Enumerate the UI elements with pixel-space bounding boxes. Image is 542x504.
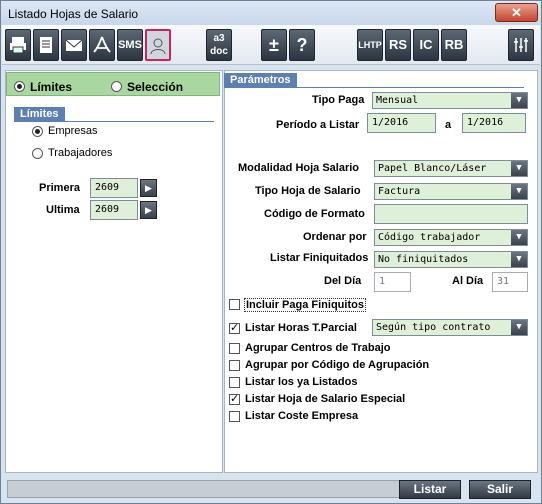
modalidad-select[interactable]: Papel Blanco/Láser ▼: [374, 160, 528, 177]
incluir-paga-finiquitos-checkbox[interactable]: [229, 299, 240, 310]
help-button[interactable]: ?: [289, 29, 315, 61]
codigo-formato-field[interactable]: [374, 204, 528, 224]
listar-horas-checkbox[interactable]: ✓: [229, 323, 240, 334]
limites-radio-label: Límites: [30, 80, 73, 94]
incluir-paga-finiquitos-label: Incluir Paga Finiquitos: [244, 298, 366, 312]
listar-button[interactable]: Listar: [399, 480, 461, 499]
lhtp-button[interactable]: LHTP: [357, 29, 383, 61]
pdf-icon[interactable]: [89, 29, 115, 61]
salir-button[interactable]: Salir: [469, 480, 531, 499]
del-dia-field[interactable]: 1: [374, 272, 411, 292]
agrupar-centros-label: Agrupar Centros de Trabajo: [245, 342, 391, 354]
hoja-especial-checkbox[interactable]: ✓: [229, 394, 240, 405]
limites-radio[interactable]: [14, 81, 25, 92]
title-bar: Listado Hojas de Salario ✕: [1, 1, 541, 25]
users-icon[interactable]: [145, 29, 171, 61]
tipo-hoja-label: Tipo Hoja de Salario: [255, 185, 361, 197]
ordenar-label: Ordenar por: [303, 231, 367, 243]
tipo-hoja-select[interactable]: Factura ▼: [374, 183, 528, 200]
tipo-paga-value: Mensual: [376, 95, 419, 106]
chevron-down-icon: ▼: [511, 93, 527, 108]
agrupar-codigo-label: Agrupar por Código de Agrupación: [245, 359, 430, 371]
hoja-especial-label: Listar Hoja de Salario Especial: [245, 393, 406, 405]
periodo-from-field[interactable]: 1/2016: [367, 113, 436, 133]
empresas-label: Empresas: [48, 125, 98, 137]
status-bar: [7, 480, 403, 498]
coste-empresa-label: Listar Coste Empresa: [245, 410, 359, 422]
empresas-radio[interactable]: [32, 126, 43, 137]
email-icon[interactable]: [61, 29, 87, 61]
primera-field[interactable]: 2609: [90, 178, 138, 198]
rb-button[interactable]: RB: [441, 29, 467, 61]
al-dia-field[interactable]: 31: [492, 272, 528, 292]
modalidad-value: Papel Blanco/Láser: [378, 163, 487, 174]
tipo-paga-select[interactable]: Mensual ▼: [372, 92, 528, 109]
periodo-label: Período a Listar: [276, 119, 360, 131]
window-title: Listado Hojas de Salario: [8, 7, 139, 21]
horas-parcial-select[interactable]: Según tipo contrato ▼: [372, 319, 528, 336]
listar-horas-label: Listar Horas T.Parcial: [245, 322, 357, 334]
periodo-to-field[interactable]: 1/2016: [462, 113, 526, 133]
listar-ya-listados-checkbox[interactable]: [229, 377, 240, 388]
limites-tab: Límites: [14, 107, 65, 122]
tipo-hoja-value: Factura: [378, 186, 421, 197]
toolbar: SMS a3 doc ± ? LHTP RS IC RB: [2, 25, 540, 65]
finiquitados-select[interactable]: No finiquitados ▼: [374, 251, 528, 268]
trabajadores-label: Trabajadores: [48, 147, 113, 159]
primera-label: Primera: [39, 182, 80, 194]
finiquitados-value: No finiquitados: [378, 254, 469, 265]
plus-minus-button[interactable]: ±: [261, 29, 287, 61]
agrupar-codigo-checkbox[interactable]: [229, 360, 240, 371]
print-icon[interactable]: [5, 29, 31, 61]
document-icon[interactable]: [33, 29, 59, 61]
parametros-tab-line: [224, 87, 524, 88]
ic-button[interactable]: IC: [413, 29, 439, 61]
ultima-label: Ultima: [46, 204, 80, 216]
seleccion-radio-label: Selección: [127, 80, 184, 94]
main-window: Listado Hojas de Salario ✕ SMS a3 doc ± …: [0, 0, 542, 504]
ordenar-select[interactable]: Código trabajador ▼: [374, 229, 528, 246]
chevron-down-icon: ▼: [511, 161, 527, 176]
primera-lookup-button[interactable]: ▶: [140, 179, 157, 197]
trabajadores-radio[interactable]: [32, 148, 43, 159]
sms-button[interactable]: SMS: [117, 29, 143, 61]
periodo-separator: a: [445, 119, 452, 131]
al-dia-label: Al Día: [452, 275, 484, 287]
parametros-tab: Parámetros: [224, 73, 297, 88]
chevron-down-icon: ▼: [511, 230, 527, 245]
chevron-down-icon: ▼: [511, 252, 527, 267]
close-button[interactable]: ✕: [495, 3, 538, 22]
a3doc-button[interactable]: a3 doc: [206, 29, 232, 61]
listar-ya-listados-label: Listar los ya Listados: [245, 376, 358, 388]
ultima-field[interactable]: 2609: [90, 200, 138, 220]
modalidad-label: Modalidad Hoja Salario: [238, 162, 360, 174]
finiquitados-label: Listar Finiquitados: [270, 252, 369, 264]
agrupar-centros-checkbox[interactable]: [229, 343, 240, 354]
ordenar-value: Código trabajador: [378, 232, 481, 243]
chevron-down-icon: ▼: [511, 320, 527, 335]
codigo-formato-label: Código de Formato: [264, 208, 365, 220]
horas-parcial-value: Según tipo contrato: [376, 322, 491, 333]
settings-sliders-icon[interactable]: [508, 29, 534, 61]
seleccion-radio[interactable]: [111, 81, 122, 92]
ultima-lookup-button[interactable]: ▶: [140, 201, 157, 219]
rs-button[interactable]: RS: [385, 29, 411, 61]
tipo-paga-label: Tipo Paga: [312, 94, 365, 106]
limites-tab-line: [14, 121, 214, 122]
chevron-down-icon: ▼: [511, 184, 527, 199]
coste-empresa-checkbox[interactable]: [229, 411, 240, 422]
del-dia-label: Del Día: [324, 275, 362, 287]
